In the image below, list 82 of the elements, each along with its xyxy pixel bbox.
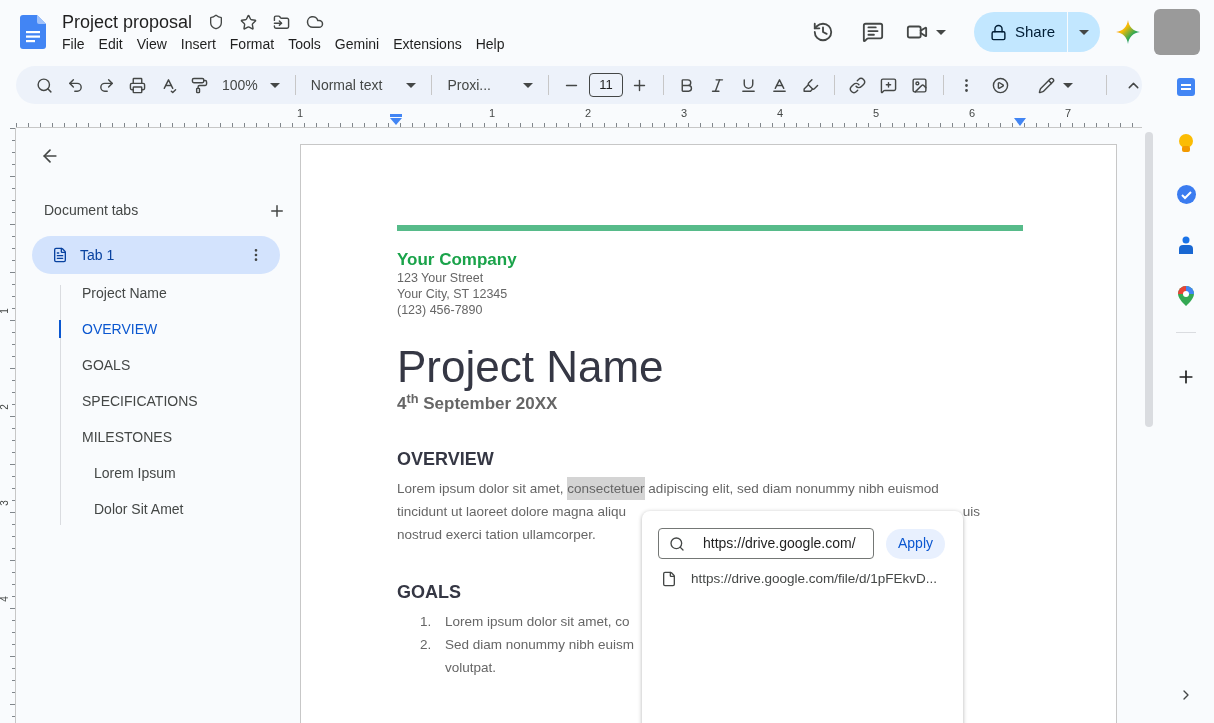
ruler-number: 1 [0,307,10,316]
document-title[interactable]: Project proposal [62,10,193,34]
menu-item[interactable]: Extensions [387,34,468,54]
person-icon[interactable] [1179,236,1193,254]
font-size-field[interactable]: 11 [588,73,623,97]
comment-icon [861,21,884,43]
shield-icon [208,14,225,30]
link-input[interactable]: https://drive.google.com/ [658,528,874,559]
sparkle-icon[interactable] [1116,20,1140,44]
caret-icon [269,82,280,88]
menu-item[interactable]: Tools [282,34,327,54]
ruler-number: 4 [0,595,10,604]
docs-logo-icon[interactable] [20,15,46,49]
cloud-icon [306,13,325,31]
paragraph-text: tincidunt ut laoreet dolore magna aliqu [397,503,626,521]
outline-item[interactable]: GOALS [82,354,131,376]
document-title-heading: Project Name [397,341,665,393]
address-line: 123 Your Street [397,270,485,286]
address-line: Your City, ST 12345 [397,286,509,302]
style-dropdown[interactable]: Normal text [304,74,423,96]
star-icon [240,13,258,31]
font-dropdown[interactable]: Proxi... [441,74,539,96]
ruler-number: 5 [872,107,881,119]
lock-icon [989,23,1007,41]
menu-item[interactable]: Gemini [328,34,386,54]
ruler-number: 6 [968,107,977,119]
menu-item[interactable]: Insert [174,34,222,54]
section-heading: OVERVIEW [397,448,495,471]
ruler-number: 7 [1064,107,1073,119]
menu-item[interactable]: View [130,34,173,54]
tab-item[interactable]: Tab 1 [32,236,280,274]
list-number: 1. [419,613,433,631]
paragraph-text: nostrud exerci tation ullamcorper. [397,526,596,544]
tab-label: Tab 1 [80,245,116,265]
right-indent-marker-icon[interactable] [1014,118,1026,126]
menu-item[interactable]: File [56,34,91,54]
folder-move-icon [273,13,291,31]
search-icon [669,535,685,552]
list-item-text: Lorem ipsum dolor sit amet, co [445,613,630,631]
ruler-number: 3 [680,107,689,119]
outline-item[interactable]: Lorem Ipsum [94,462,176,484]
link-suggestion[interactable]: https://drive.google.com/file/d/1pFEkvD... [658,569,947,589]
caret-icon [406,82,417,88]
menu-item[interactable]: Edit [92,34,129,54]
file-icon [661,571,677,587]
document-date: 4$^{th}$ September 20XX [397,394,559,414]
paragraph-text: adipiscing elit, sed diam nonummy nibh euismod [647,480,939,498]
outline-item[interactable]: SPECIFICATIONS [82,390,198,412]
apply-button[interactable]: Apply [886,528,946,559]
zoom-dropdown[interactable]: 100% [216,74,286,96]
address-line: (123) 456-7890 [397,302,484,318]
paragraph-text: uis [962,503,980,521]
caret-icon [522,82,533,88]
outline-item[interactable]: OVERVIEW [82,318,158,340]
indent-marker-icon[interactable] [390,114,402,125]
outline-item[interactable]: Dolor Sit Amet [94,498,184,520]
document-icon [52,247,68,263]
ruler-number: 1 [488,107,497,119]
editing-mode-button[interactable] [1037,76,1073,94]
history-icon [811,21,834,43]
caret-icon [1079,29,1089,35]
caret-icon [935,29,946,35]
selected-text: consectetuer [567,477,645,500]
list-item-text: volutpat. [445,659,498,677]
menu-item[interactable]: Format [223,34,281,54]
caret-icon [1062,82,1073,88]
outline-item[interactable]: Project Name [82,282,167,304]
menu-item[interactable]: Help [469,34,511,54]
outline-item[interactable]: MILESTONES [82,426,172,448]
map-pin-icon[interactable] [1178,286,1194,306]
ruler-number: 4 [776,107,785,119]
document-tabs-heading: Document tabs [44,201,139,220]
ruler-number: 3 [0,499,10,508]
scrollbar[interactable] [1145,132,1153,427]
list-number: 2. [419,636,433,654]
ruler-number: 1 [296,107,305,119]
paragraph-text: Lorem ipsum dolor sit amet, [397,480,565,498]
list-item-text: Sed diam nonummy nibh euism [445,636,635,654]
ruler-number: 2 [0,403,10,412]
ruler-number: 2 [584,107,593,119]
checkmark-circle-icon[interactable] [1176,185,1196,204]
company-name: Your Company [397,250,518,270]
